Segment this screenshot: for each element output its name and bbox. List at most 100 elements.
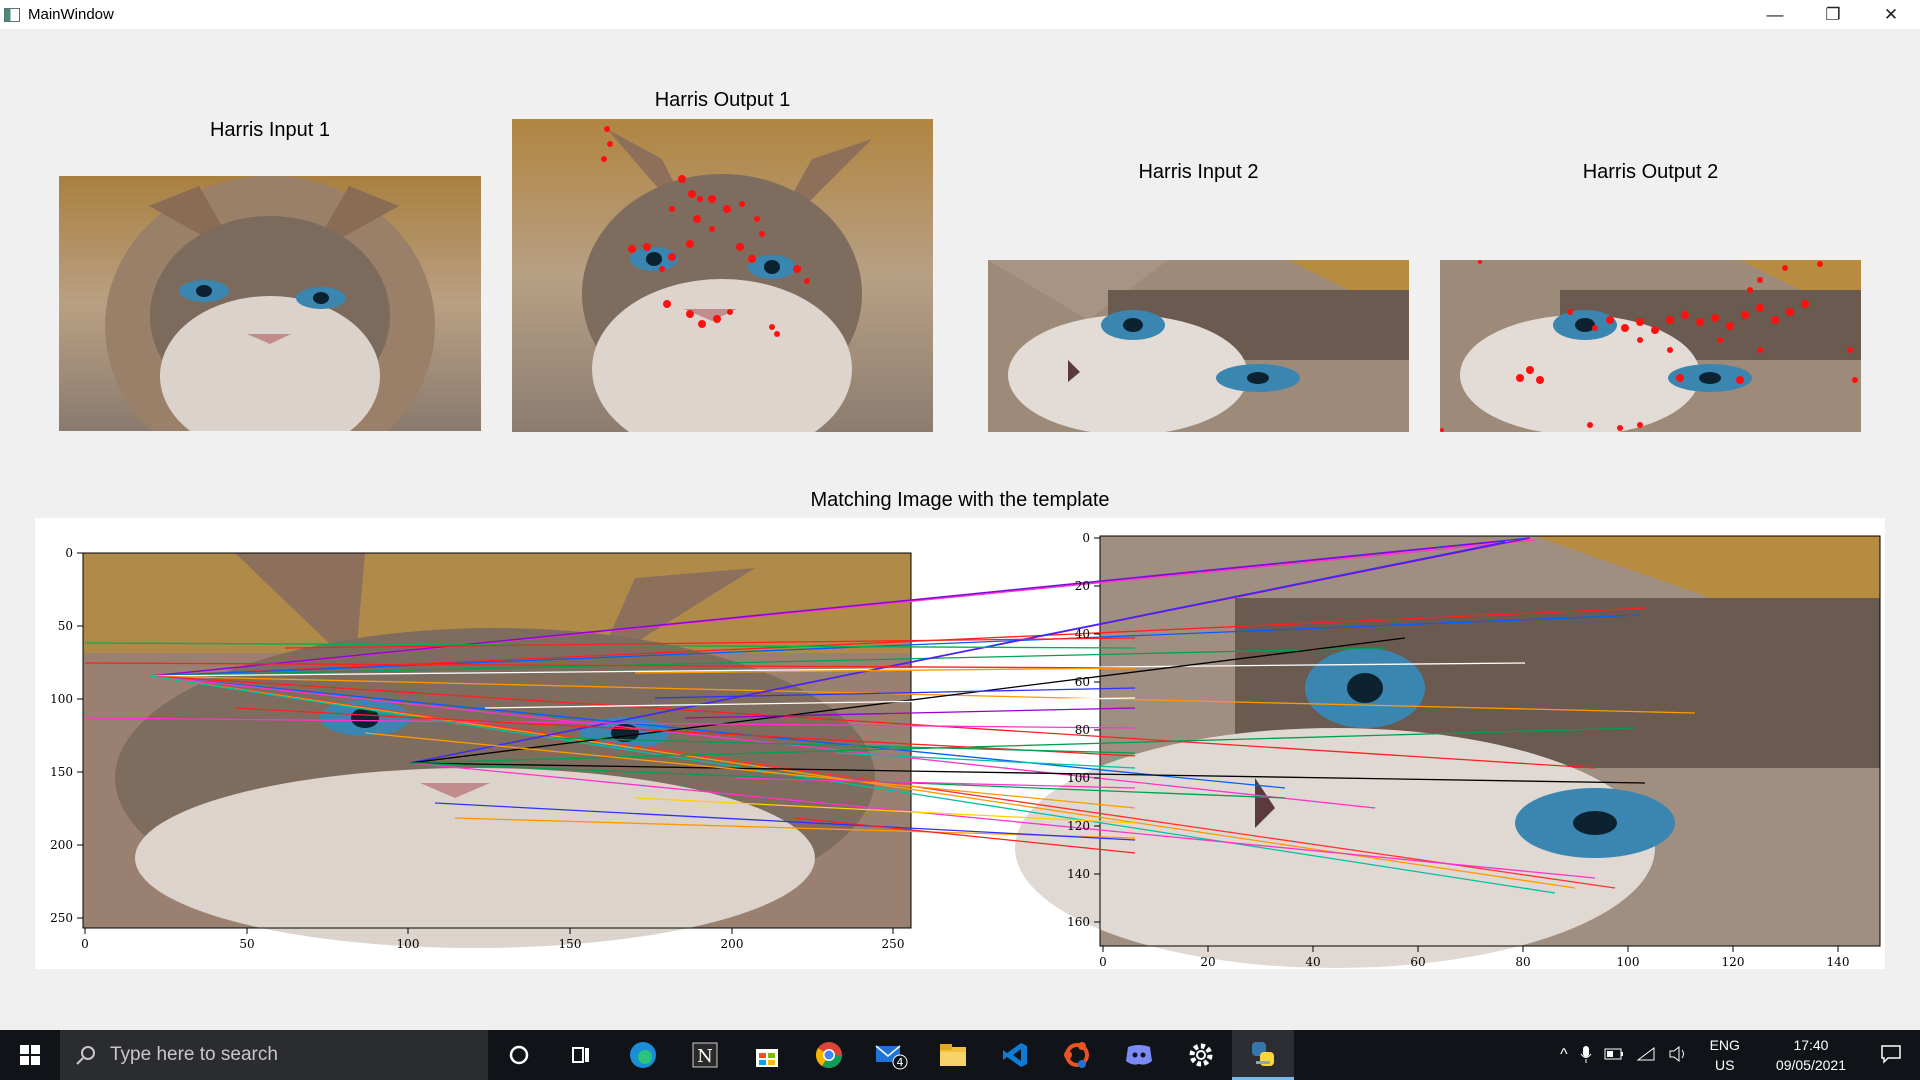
left-ytick: 150: [50, 765, 73, 779]
store-button[interactable]: [736, 1030, 798, 1080]
microphone-icon[interactable]: [1580, 1044, 1592, 1067]
taskbar-search-box[interactable]: Type here to search: [60, 1030, 488, 1080]
windows-icon: [20, 1045, 40, 1065]
start-button[interactable]: [0, 1030, 60, 1080]
title-bar: MainWindow — ❐ ✕: [0, 0, 1920, 29]
volume-icon[interactable]: [1668, 1045, 1688, 1065]
right-ytick: 160: [1067, 915, 1090, 929]
notion-icon: N: [692, 1042, 718, 1068]
notifications-icon[interactable]: [1880, 1044, 1902, 1067]
harris-input-1-image: [59, 176, 481, 431]
tray-chevron-icon[interactable]: ^: [1560, 1046, 1568, 1064]
right-xtick: 80: [1515, 955, 1530, 969]
right-ytick: 80: [1075, 723, 1090, 737]
left-ytick: 250: [50, 911, 73, 925]
harris-output-2-label: Harris Output 2: [1582, 161, 1719, 183]
matching-figure: 0 50 100 150 200 250 0 50 100 150 200 25…: [50, 531, 1881, 969]
right-ytick: 60: [1075, 675, 1090, 689]
vscode-icon: [1003, 1043, 1027, 1067]
discord-icon: [1126, 1045, 1152, 1065]
harris-input-1-label: Harris Input 1: [209, 119, 331, 141]
cat-crop-corners-image: [1440, 260, 1861, 432]
right-ytick: 140: [1067, 867, 1090, 881]
right-ytick: 120: [1067, 819, 1090, 833]
right-xtick: 60: [1410, 955, 1425, 969]
cortana-button[interactable]: [488, 1030, 550, 1080]
right-xtick: 120: [1722, 955, 1745, 969]
right-xtick: 0: [1099, 955, 1107, 969]
clock-date: 09/05/2021: [1775, 1057, 1846, 1073]
right-xtick: 40: [1305, 955, 1320, 969]
search-placeholder: Type here to search: [110, 1044, 278, 1065]
clock[interactable]: 17:40 09/05/2021: [1770, 1035, 1852, 1075]
notion-button[interactable]: N: [674, 1030, 736, 1080]
matching-label: Matching Image with the template: [810, 489, 1110, 511]
left-xtick: 100: [397, 937, 420, 951]
left-ytick: 100: [50, 692, 73, 706]
mail-icon: 4: [875, 1045, 908, 1070]
task-view-button[interactable]: [550, 1030, 612, 1080]
settings-icon: [1189, 1043, 1213, 1067]
vscode-button[interactable]: [984, 1030, 1046, 1080]
edge-icon: [630, 1042, 656, 1068]
app-icon: [4, 7, 20, 22]
harris-output-2-image: [1440, 260, 1861, 432]
right-image: [1015, 535, 1881, 968]
left-xtick: 0: [81, 937, 89, 951]
mail-button[interactable]: 4: [860, 1030, 922, 1080]
main-window-client: Harris Input 1 Harris Output 1 Harris In…: [0, 29, 1920, 1030]
chrome-icon: [815, 1042, 843, 1069]
right-ytick: 0: [1082, 531, 1090, 545]
cat-crop-image: [988, 260, 1409, 432]
harris-output-1-label: Harris Output 1: [654, 89, 791, 111]
right-xtick: 140: [1827, 955, 1850, 969]
cat-corners-image: [512, 119, 933, 432]
file-explorer-icon: [940, 1044, 966, 1066]
search-icon: [76, 1046, 95, 1065]
store-icon: [756, 1049, 778, 1067]
language-indicator[interactable]: ENG US: [1704, 1035, 1746, 1075]
close-button[interactable]: ✕: [1862, 0, 1920, 29]
minimize-button[interactable]: —: [1746, 0, 1804, 29]
left-ytick: 50: [58, 619, 73, 633]
settings-button[interactable]: [1170, 1030, 1232, 1080]
taskbar: Type here to search N 4 ^ ENG US 17:40 0…: [0, 1030, 1920, 1080]
right-ytick: 40: [1075, 627, 1090, 641]
left-xtick: 250: [882, 937, 905, 951]
left-ytick: 0: [65, 546, 73, 560]
python-icon: [1252, 1041, 1274, 1066]
left-xtick: 50: [239, 937, 254, 951]
svg-text:N: N: [697, 1046, 713, 1067]
task-view-icon: [572, 1047, 589, 1063]
system-tray: ^ ENG US 17:40 09/05/2021: [1554, 1030, 1920, 1080]
right-ytick: 20: [1075, 579, 1090, 593]
left-xtick: 150: [559, 937, 582, 951]
right-ytick: 100: [1067, 771, 1090, 785]
discord-button[interactable]: [1108, 1030, 1170, 1080]
harris-input-2-label: Harris Input 2: [1138, 161, 1259, 183]
region-code: US: [1715, 1057, 1735, 1073]
language-code: ENG: [1709, 1037, 1740, 1053]
window-controls: — ❐ ✕: [1746, 0, 1920, 29]
cortana-icon: [509, 1045, 529, 1065]
left-xtick: 200: [721, 937, 744, 951]
left-ytick: 200: [50, 838, 73, 852]
ubuntu-button[interactable]: [1046, 1030, 1108, 1080]
battery-icon[interactable]: [1604, 1047, 1624, 1063]
file-explorer-button[interactable]: [922, 1030, 984, 1080]
clock-time: 17:40: [1793, 1037, 1829, 1053]
ubuntu-icon: [1064, 1042, 1089, 1068]
mail-badge: 4: [897, 1056, 904, 1069]
harris-output-1-image: [512, 119, 933, 432]
matching-plot: 0 50 100 150 200 250 0 50 100 150 200 25…: [35, 518, 1885, 969]
window-title: MainWindow: [28, 6, 114, 23]
cat-image: [59, 176, 481, 431]
restore-button[interactable]: ❐: [1804, 0, 1862, 29]
chrome-button[interactable]: [798, 1030, 860, 1080]
right-xtick: 20: [1200, 955, 1215, 969]
edge-button[interactable]: [612, 1030, 674, 1080]
wifi-icon[interactable]: [1636, 1046, 1656, 1065]
python-button[interactable]: [1232, 1030, 1294, 1080]
harris-input-2-image: [988, 260, 1409, 432]
right-xtick: 100: [1617, 955, 1640, 969]
